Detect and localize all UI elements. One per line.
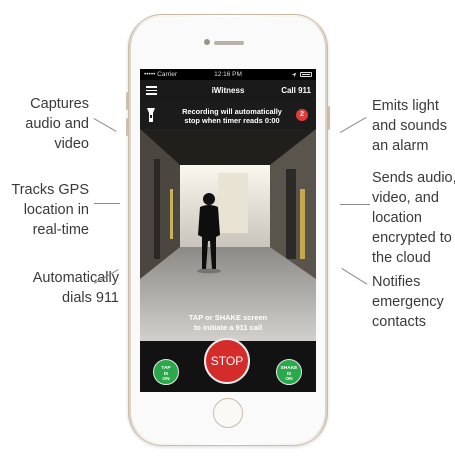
callout-notifies: Notifies emergency contacts [372,274,444,330]
status-icons [291,69,312,80]
home-button[interactable] [213,398,243,428]
shake-toggle-button[interactable]: SHAKE IS ON [276,359,302,385]
volume-up-button [126,92,128,110]
nav-bar: iWitness Call 911 [140,80,316,101]
volume-down-button [126,118,128,136]
front-camera [204,39,210,45]
alarm-bar: Recording will automatically stop when t… [140,101,316,129]
tap-toggle-button[interactable]: TAP IS ON [153,359,179,385]
status-time: 12:16 PM [214,71,242,78]
battery-icon [300,72,312,77]
recording-notice: Recording will automatically stop when t… [182,107,282,125]
location-arrow-icon [291,72,297,77]
iphone-frame: ••••• Carrier 12:16 PM iWitness Call 911… [126,14,330,446]
timer-badge: 2 [296,109,308,121]
power-button [328,106,330,130]
callout-tracks-gps: Tracks GPS location in real-time [11,182,89,238]
camera-video-feed[interactable]: TAP or SHAKE screen to initiate a 911 ca… [140,129,316,392]
earpiece-speaker [214,41,244,45]
leader-tracks-gps [94,203,120,204]
corridor-scene-image [140,129,316,341]
leader-captures [93,118,117,132]
tap-shake-hint: TAP or SHAKE screen to initiate a 911 ca… [188,313,268,332]
leader-notifies [341,268,368,285]
call-911-button[interactable]: Call 911 [281,80,311,101]
callout-emits: Emits light and sounds an alarm [372,98,447,154]
callout-dials: Automatically dials 911 [32,270,119,306]
status-bar: ••••• Carrier 12:16 PM [140,69,316,80]
leader-emits [340,117,367,133]
app-screen: ••••• Carrier 12:16 PM iWitness Call 911… [140,69,316,392]
flashlight-icon[interactable] [147,108,155,122]
leader-sends [340,204,370,205]
bottom-controls: TAP IS ON STOP SHAKE IS ON [140,338,316,392]
callout-sends: Sends audio, video, and location encrypt… [372,170,455,266]
callout-captures: Captures audio and video [25,96,89,152]
stop-button[interactable]: STOP [204,338,250,384]
